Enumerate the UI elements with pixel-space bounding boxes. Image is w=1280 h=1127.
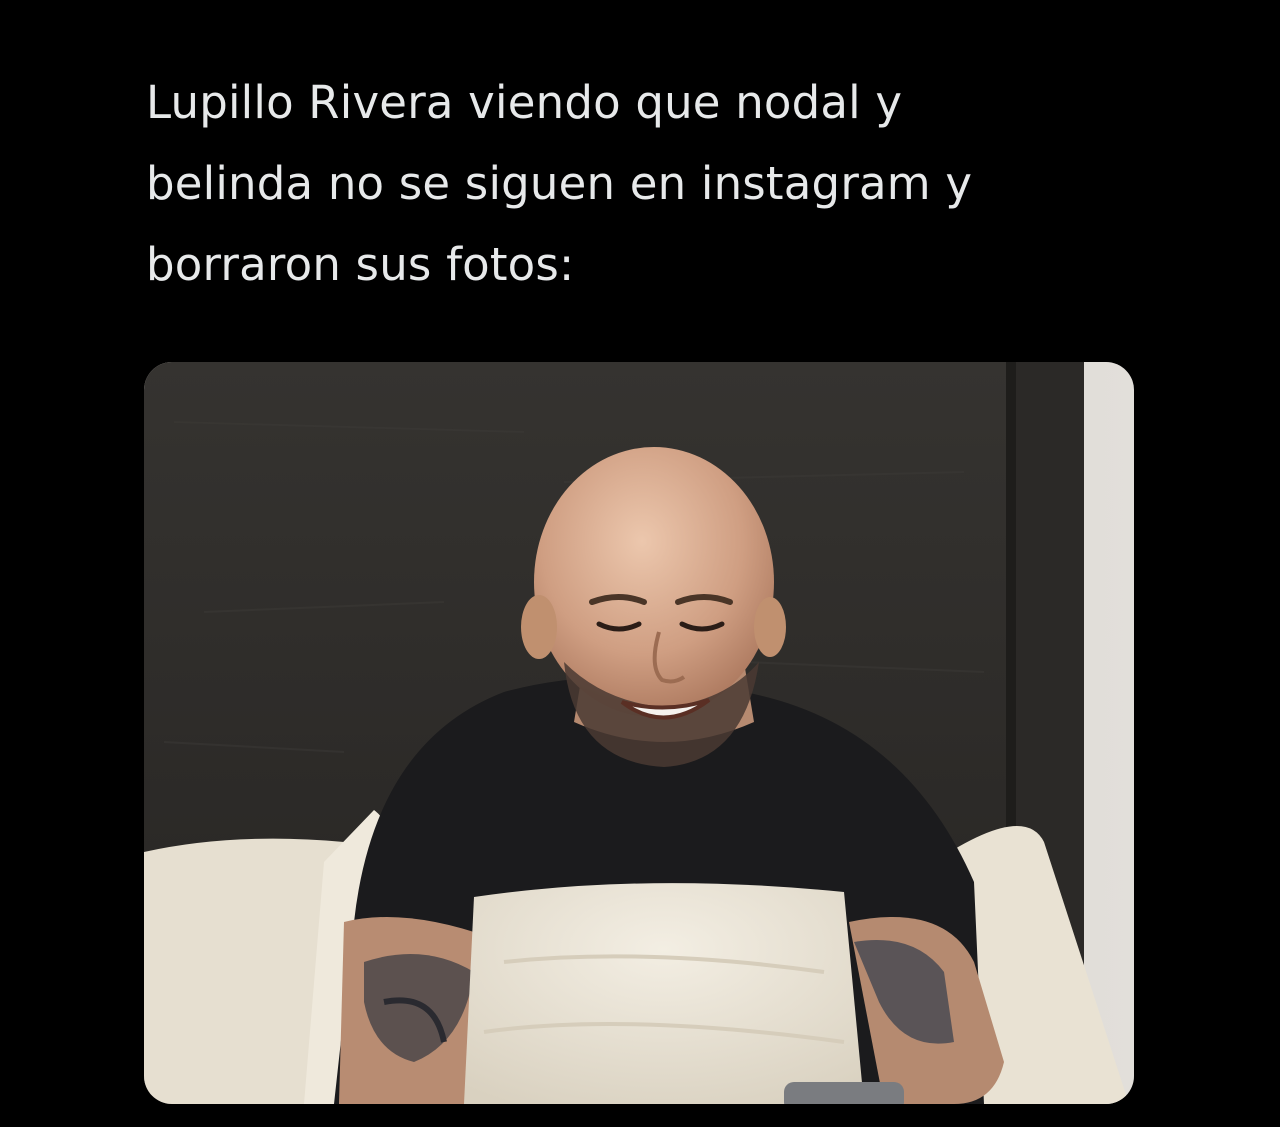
photo-illustration <box>144 362 1134 1104</box>
tweet: Lupillo Rivera viendo que nodal y belind… <box>0 0 1280 1127</box>
tweet-text-line-2: belinda no se siguen en instagram y <box>146 157 973 210</box>
tweet-media-photo[interactable] <box>144 362 1134 1104</box>
tweet-text-line-1: Lupillo Rivera viendo que nodal y <box>146 76 903 129</box>
tweet-text: Lupillo Rivera viendo que nodal y belind… <box>146 62 1146 305</box>
tweet-text-line-3: borraron sus fotos: <box>146 238 575 291</box>
